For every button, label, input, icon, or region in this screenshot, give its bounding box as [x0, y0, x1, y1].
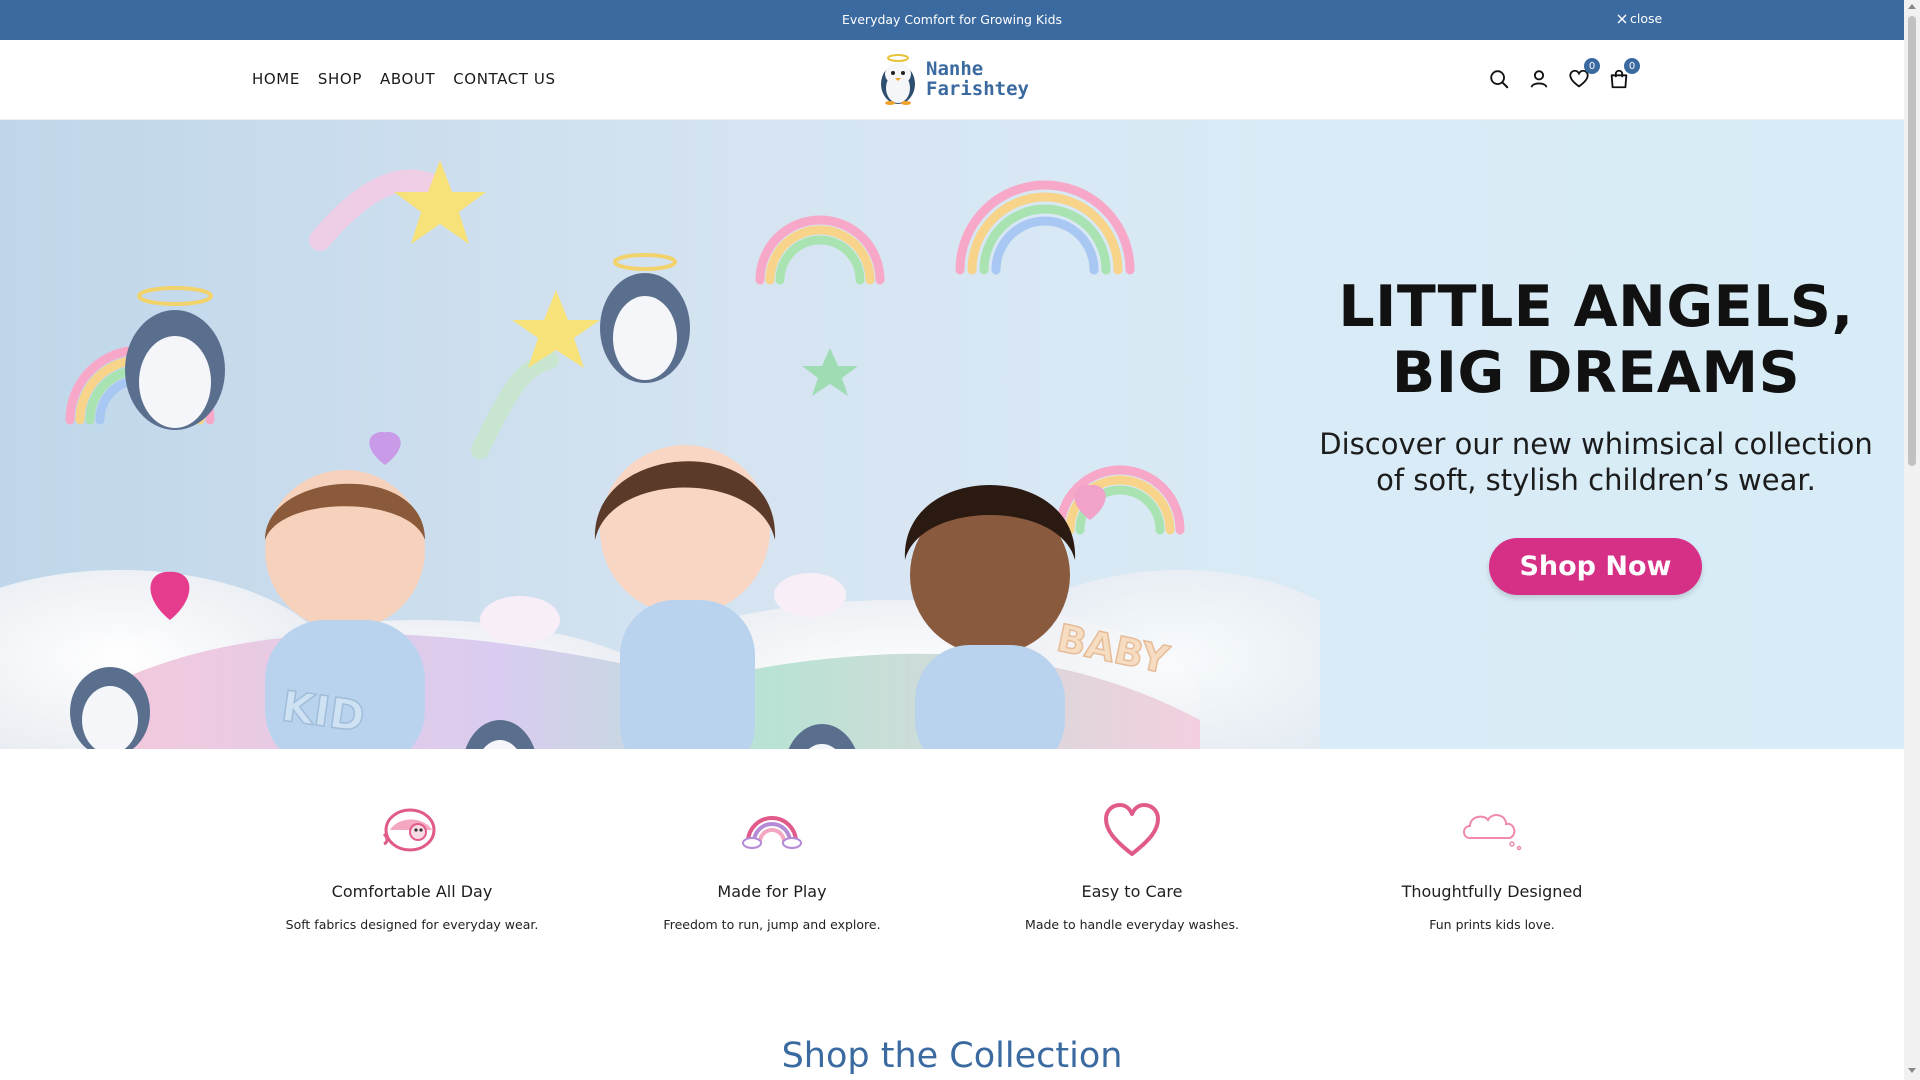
cart-count-badge: 0: [1624, 58, 1640, 74]
search-button[interactable]: [1486, 66, 1512, 92]
hero-subtitle: Discover our new whimsical collection of…: [1316, 426, 1876, 498]
section-title: Shop the Collection: [781, 1036, 1123, 1076]
hero-title: LITTLE ANGELS, BIG DREAMS: [1316, 274, 1876, 406]
nav-about[interactable]: ABOUT: [380, 70, 435, 88]
scrollbar-thumb[interactable]: [1908, 16, 1916, 466]
feature-title: Easy to Care: [1081, 882, 1183, 901]
hero-title-line-1: LITTLE ANGELS,: [1338, 274, 1854, 340]
shop-now-button[interactable]: Shop Now: [1489, 538, 1702, 595]
feature-description: Made to handle everyday washes.: [1025, 917, 1239, 932]
announcement-close-button[interactable]: close: [1616, 11, 1662, 26]
announcement-close-label: close: [1630, 11, 1663, 26]
feature-description: Freedom to run, jump and explore.: [663, 917, 881, 932]
hero-subtitle-line-2: of soft, stylish children’s wear.: [1376, 463, 1816, 497]
scroll-up-icon[interactable]: [1908, 4, 1916, 9]
wishlist-count-badge: 0: [1584, 58, 1600, 74]
nav-shop[interactable]: SHOP: [318, 70, 362, 88]
feature-play: Made for Play Freedom to run, jump and e…: [592, 800, 952, 940]
hero-subtitle-line-1: Discover our new whimsical collection: [1319, 427, 1873, 461]
site-logo[interactable]: Nanhe Farishtey: [876, 52, 1029, 106]
feature-title: Thoughtfully Designed: [1401, 882, 1583, 901]
main-nav: HOME SHOP ABOUT CONTACT US: [252, 70, 556, 88]
feature-description: Fun prints kids love.: [1429, 917, 1555, 932]
header-actions: 0 0: [1486, 58, 1640, 92]
cart-button[interactable]: 0: [1606, 58, 1640, 92]
site-header: HOME SHOP ABOUT CONTACT US Nanhe Farisht…: [0, 40, 1904, 120]
penguin-icon: [382, 808, 436, 852]
feature-care: Easy to Care Made to handle everyday was…: [952, 800, 1312, 940]
announcement-bar: Everyday Comfort for Growing Kids close: [0, 0, 1904, 40]
hero-banner: KID BABY LITTLE ANGELS, BIG DREAMS Disco…: [0, 120, 1904, 749]
account-icon: [1530, 70, 1548, 88]
logo-line-2: Farishtey: [926, 78, 1029, 100]
hero-illustration: KID BABY: [0, 160, 1320, 749]
logo-wordmark: Nanhe Farishtey: [926, 59, 1029, 99]
logo-line-1: Nanhe: [926, 58, 984, 80]
heart-outline-icon: [1104, 803, 1160, 856]
rainbow-icon: [742, 816, 802, 849]
wishlist-button[interactable]: 0: [1566, 58, 1600, 92]
nav-contact-us[interactable]: CONTACT US: [453, 70, 555, 88]
nav-home[interactable]: HOME: [252, 70, 300, 88]
page-scrollbar[interactable]: [1904, 0, 1920, 1080]
children-illustration: [265, 445, 1076, 749]
search-icon: [1490, 70, 1509, 89]
close-icon: [1617, 14, 1627, 23]
hero-title-line-2: BIG DREAMS: [1391, 340, 1801, 406]
account-button[interactable]: [1526, 66, 1552, 92]
scroll-down-icon[interactable]: [1908, 1068, 1916, 1073]
feature-comfortable: Comfortable All Day Soft fabrics designe…: [232, 800, 592, 940]
feature-title: Comfortable All Day: [331, 882, 493, 901]
penguin-logo-icon: [881, 54, 915, 105]
features-row: Comfortable All Day Soft fabrics designe…: [232, 800, 1672, 940]
feature-designed: Thoughtfully Designed Fun prints kids lo…: [1312, 800, 1672, 940]
feature-title: Made for Play: [717, 882, 827, 901]
feature-description: Soft fabrics designed for everyday wear.: [285, 917, 539, 932]
cloud-icon: [1463, 814, 1522, 851]
